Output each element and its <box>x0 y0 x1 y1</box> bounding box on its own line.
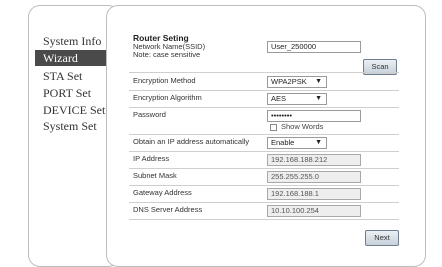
divider <box>129 151 399 152</box>
obtain-ip-value: Enable <box>271 138 295 147</box>
settings-panel: Router Seting Network Name(SSID) Note: c… <box>106 5 426 267</box>
subnet-mask-field[interactable]: 255.255.255.0 <box>267 171 361 183</box>
divider <box>129 134 399 135</box>
encryption-algorithm-label: Encryption Algorithm <box>133 93 202 102</box>
ip-address-field[interactable]: 192.168.188.212 <box>267 154 361 166</box>
ip-address-label: IP Address <box>133 154 170 163</box>
divider <box>129 107 399 108</box>
dns-server-label: DNS Server Address <box>133 205 203 214</box>
encryption-method-label: Encryption Method <box>133 76 196 85</box>
obtain-ip-select[interactable]: Enable ▼ <box>267 137 327 149</box>
gateway-address-field[interactable]: 192.168.188.1 <box>267 188 361 200</box>
ssid-input[interactable]: User_250000 <box>267 41 361 53</box>
encryption-method-select[interactable]: WPA2PSK ▼ <box>267 76 327 88</box>
divider <box>129 90 399 91</box>
obtain-ip-label: Obtain an IP address automatically <box>133 137 250 146</box>
divider <box>129 185 399 186</box>
encryption-algorithm-value: AES <box>271 94 287 103</box>
gateway-address-label: Gateway Address <box>133 188 192 197</box>
divider <box>129 219 399 220</box>
encryption-method-value: WPA2PSK <box>271 77 307 86</box>
encryption-algorithm-select[interactable]: AES ▼ <box>267 93 327 105</box>
show-words-label: Show Words <box>281 122 324 131</box>
show-words-checkbox[interactable] <box>270 124 277 131</box>
dropdown-caret-icon: ▼ <box>315 95 322 102</box>
dns-server-field[interactable]: 10.10.100.254 <box>267 205 361 217</box>
divider <box>129 72 399 73</box>
next-button[interactable]: Next <box>365 230 399 246</box>
dropdown-caret-icon: ▼ <box>315 78 322 85</box>
password-input[interactable]: •••••••• <box>267 110 361 122</box>
dropdown-caret-icon: ▼ <box>315 139 322 146</box>
ssid-note: Note: case sensitive <box>133 50 201 59</box>
password-label: Password <box>133 110 166 119</box>
subnet-mask-label: Subnet Mask <box>133 171 177 180</box>
divider <box>129 168 399 169</box>
divider <box>129 202 399 203</box>
